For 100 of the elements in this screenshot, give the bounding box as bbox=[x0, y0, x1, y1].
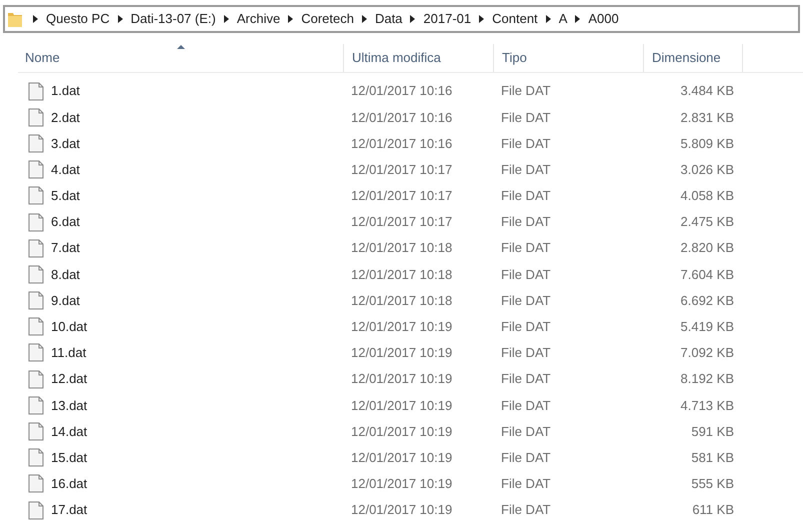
folder-icon bbox=[7, 10, 23, 28]
table-cell: 3.484 KB bbox=[680, 83, 734, 98]
breadcrumb-item[interactable]: Coretech bbox=[301, 9, 354, 29]
chevron-right-icon bbox=[288, 15, 294, 23]
table-cell: 5.809 KB bbox=[680, 136, 734, 151]
table-cell: File DAT bbox=[501, 83, 551, 98]
table-cell: File DAT bbox=[501, 110, 551, 125]
table-cell: 12/01/2017 10:19 bbox=[351, 450, 452, 465]
breadcrumb-item[interactable]: Dati-13-07 (E:) bbox=[130, 9, 216, 29]
chevron-right-icon bbox=[224, 15, 229, 23]
table-cell: 4.058 KB bbox=[680, 188, 734, 204]
file-icon bbox=[28, 82, 44, 101]
table-cell: File DAT bbox=[501, 345, 551, 360]
chevron-right-icon bbox=[33, 15, 38, 23]
table-cell: 12/01/2017 10:19 bbox=[351, 371, 452, 386]
breadcrumb-item[interactable]: Questo PC bbox=[46, 9, 110, 29]
table-cell: File DAT bbox=[501, 502, 551, 518]
file-icon bbox=[28, 108, 44, 127]
file-icon bbox=[28, 160, 44, 180]
table-cell: File DAT bbox=[501, 476, 551, 492]
table-cell: 12/01/2017 10:19 bbox=[351, 319, 452, 334]
column-header[interactable]: Tipo bbox=[493, 44, 643, 72]
table-cell: 12/01/2017 10:19 bbox=[351, 398, 452, 413]
table-cell: 7.604 KB bbox=[680, 266, 734, 282]
chevron-right-icon bbox=[575, 15, 580, 23]
sort-up-icon bbox=[176, 45, 184, 49]
table-cell: File DAT bbox=[501, 240, 551, 256]
column-header[interactable]: Ultima modifica bbox=[343, 44, 493, 72]
file-icon bbox=[28, 291, 44, 310]
file-name: 4.dat bbox=[51, 160, 80, 179]
table-cell: File DAT bbox=[501, 450, 551, 465]
table-cell: 12/01/2017 10:16 bbox=[351, 110, 452, 125]
table-cell: File DAT bbox=[501, 188, 551, 204]
chevron-right-icon bbox=[118, 15, 123, 23]
file-name: 1.dat bbox=[51, 82, 80, 100]
table-cell: File DAT bbox=[501, 398, 551, 413]
breadcrumb-item[interactable]: 2017-01 bbox=[423, 9, 472, 29]
table-cell: 5.419 KB bbox=[680, 319, 734, 334]
table-cell: File DAT bbox=[501, 424, 551, 439]
file-name: 10.dat bbox=[51, 318, 88, 336]
table-cell: 12/01/2017 10:19 bbox=[351, 476, 452, 492]
table-cell: File DAT bbox=[501, 319, 551, 334]
file-name: 2.dat bbox=[51, 108, 80, 127]
file-name: 15.dat bbox=[51, 448, 88, 467]
breadcrumb-item[interactable]: Archive bbox=[236, 9, 280, 29]
breadcrumb-item[interactable]: A bbox=[558, 9, 568, 29]
file-icon bbox=[28, 370, 44, 389]
table-cell: 12/01/2017 10:16 bbox=[351, 83, 452, 98]
table-cell: 12/01/2017 10:17 bbox=[351, 188, 452, 204]
table-cell: 555 KB bbox=[691, 476, 734, 492]
file-icon bbox=[28, 474, 44, 494]
file-name: 11.dat bbox=[51, 344, 86, 362]
table-cell: File DAT bbox=[501, 162, 551, 177]
chevron-right-icon bbox=[546, 15, 551, 23]
file-name: 3.dat bbox=[51, 134, 80, 153]
file-icon bbox=[28, 396, 44, 415]
file-name: 6.dat bbox=[51, 213, 80, 232]
chevron-right-icon bbox=[362, 15, 367, 23]
column-header[interactable]: Nome bbox=[18, 44, 343, 72]
table-cell: 6.692 KB bbox=[680, 292, 734, 308]
table-cell: 12/01/2017 10:18 bbox=[351, 266, 452, 282]
table-cell: 12/01/2017 10:16 bbox=[351, 136, 452, 151]
file-icon bbox=[28, 500, 44, 520]
table-cell: 8.192 KB bbox=[680, 371, 734, 386]
table-cell: File DAT bbox=[501, 292, 551, 308]
table-cell: 591 KB bbox=[691, 424, 734, 439]
file-icon bbox=[28, 317, 44, 336]
table-cell: 12/01/2017 10:18 bbox=[351, 240, 452, 256]
file-name: 7.dat bbox=[51, 239, 80, 258]
file-icon bbox=[28, 134, 44, 153]
table-cell: 12/01/2017 10:19 bbox=[351, 424, 452, 439]
column-header[interactable]: Dimensione bbox=[643, 44, 743, 72]
address-bar[interactable]: Questo PC Dati-13-07 (E:) Archive Coretech Data 2017-01 Content A A000 bbox=[3, 5, 800, 33]
table-cell: File DAT bbox=[501, 266, 551, 282]
table-cell: File DAT bbox=[501, 214, 551, 230]
breadcrumb-item[interactable]: A000 bbox=[588, 9, 619, 29]
table-cell: 581 KB bbox=[691, 450, 734, 465]
file-name: 14.dat bbox=[51, 422, 88, 441]
table-cell: 12/01/2017 10:19 bbox=[351, 502, 452, 518]
table-cell: 12/01/2017 10:18 bbox=[351, 292, 452, 308]
file-name: 17.dat bbox=[51, 501, 88, 520]
table-cell: 12/01/2017 10:17 bbox=[351, 162, 452, 177]
file-icon bbox=[28, 238, 44, 258]
table-cell: 2.475 KB bbox=[680, 214, 734, 230]
table-cell: File DAT bbox=[501, 371, 551, 386]
file-name: 5.dat bbox=[51, 187, 80, 206]
breadcrumb-item[interactable]: Content bbox=[492, 9, 538, 29]
table-cell: 2.831 KB bbox=[680, 110, 734, 125]
table-cell: 12/01/2017 10:19 bbox=[351, 345, 452, 360]
file-name: 8.dat bbox=[51, 266, 80, 284]
table-cell: 611 KB bbox=[692, 502, 734, 518]
breadcrumb-item[interactable]: Data bbox=[374, 9, 402, 29]
file-name: 12.dat bbox=[51, 370, 88, 388]
table-cell: 4.713 KB bbox=[680, 398, 734, 413]
table-cell: 3.026 KB bbox=[680, 162, 734, 177]
file-icon bbox=[28, 422, 44, 442]
file-icon bbox=[28, 212, 44, 232]
file-icon bbox=[28, 264, 44, 284]
table-cell: 7.092 KB bbox=[680, 345, 734, 360]
chevron-right-icon bbox=[479, 15, 484, 23]
